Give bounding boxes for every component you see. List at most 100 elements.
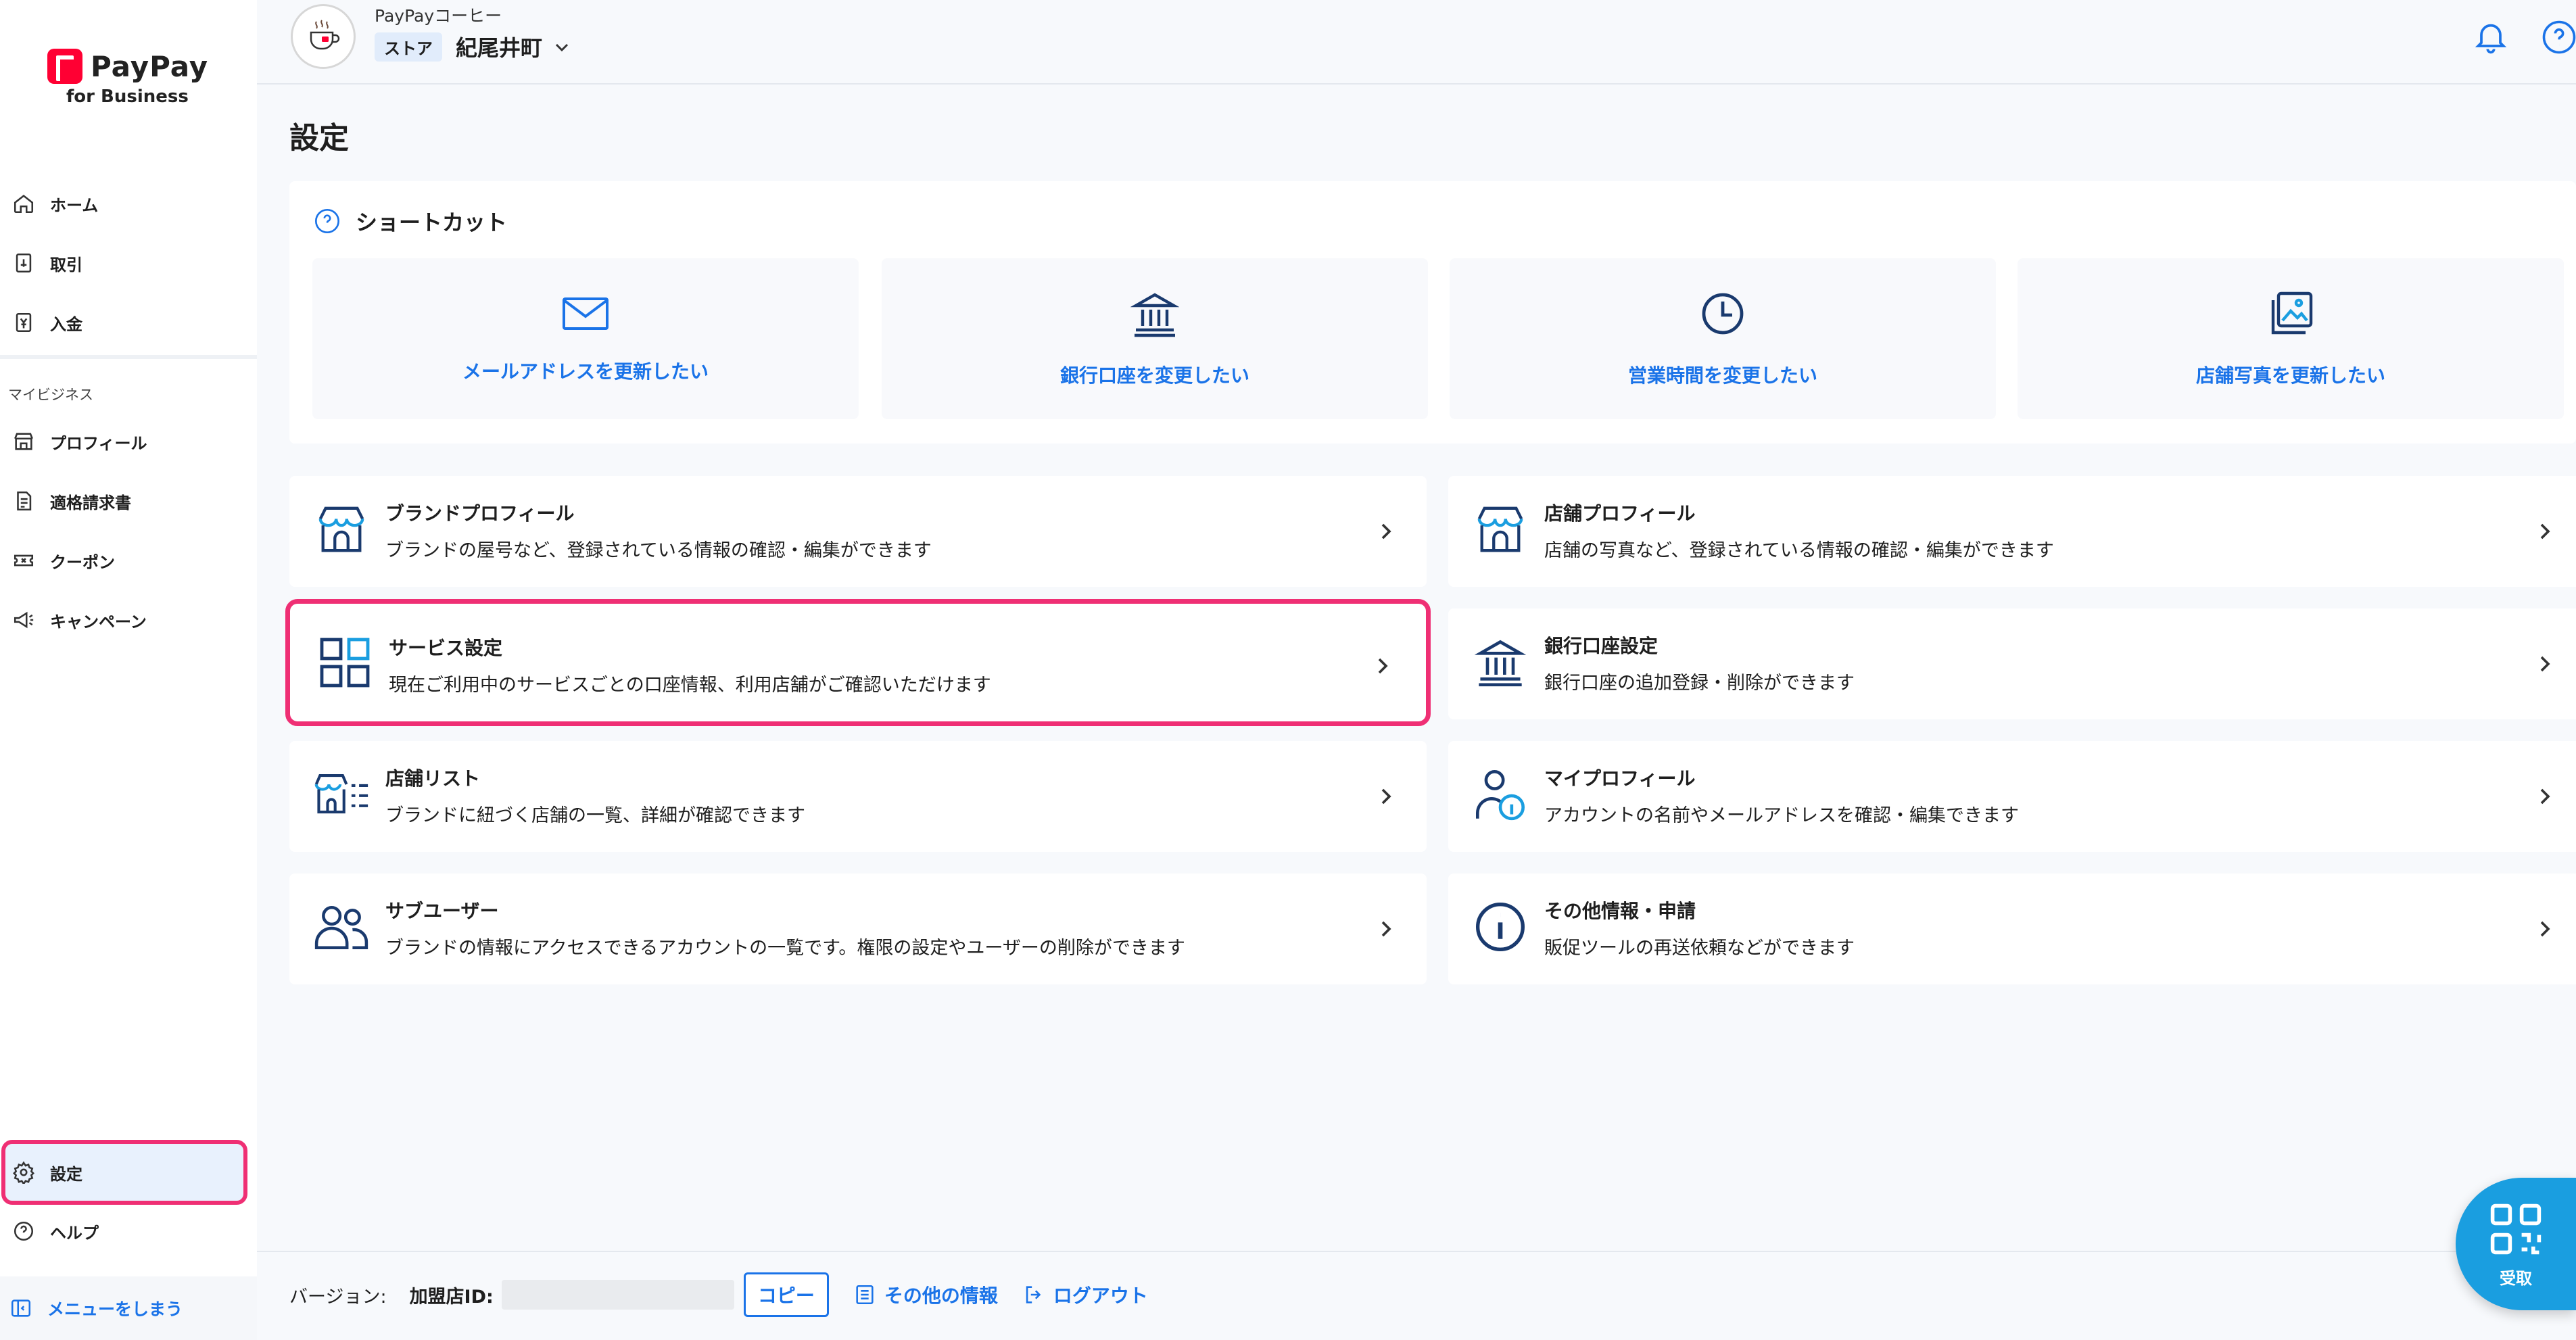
mail-icon [563,297,609,330]
logout-link[interactable]: ログアウト [1022,1281,1148,1308]
sidebar-item-help[interactable]: ヘルプ [5,1207,246,1255]
sidebar-item-label: 取引 [50,255,82,274]
shortcut-change-hours[interactable]: 営業時間を変更したい [1450,258,1996,419]
top-header: PayPayコーヒー ストア 紀尾井町 [257,0,2576,85]
sidebar-item-label: クーポン [50,552,115,572]
shortcut-change-bank[interactable]: 銀行口座を変更したい [882,258,1428,419]
chevron-right-icon [2531,915,2558,942]
chevron-right-icon [1373,518,1400,545]
shortcut-label: 店舗写真を更新したい [2195,364,2385,387]
coffee-cup-icon [310,20,340,50]
card-title: 銀行口座設定 [1544,635,1659,657]
sidebar-item-label: 入金 [50,314,82,334]
notification-bell-icon[interactable] [2472,18,2510,55]
shortcut-update-email[interactable]: メールアドレスを更新したい [312,258,859,419]
setting-my-profile[interactable]: マイプロフィール アカウントの名前やメールアドレスを確認・編集できます [1448,741,2576,852]
chevron-right-icon [2531,650,2558,677]
sidebar-item-transactions[interactable]: 取引 [5,239,246,287]
help-icon[interactable] [2541,19,2576,55]
bank-icon [1473,634,1528,690]
card-description: 店舗の写真など、登録されている情報の確認・編集ができます [1544,540,2054,561]
sidebar-item-label: ヘルプ [50,1223,99,1243]
setting-other-info[interactable]: その他情報・申請 販促ツールの再送依頼などができます [1448,874,2576,984]
card-title: ブランドプロフィール [385,502,575,525]
users-icon [314,899,369,955]
invoice-icon [12,489,35,512]
photos-icon [2271,291,2313,335]
setting-service[interactable]: サービス設定 現在ご利用中のサービスごとの口座情報、利用店舗がご確認いただけます [285,599,1431,726]
card-description: 現在ご利用中のサービスごとの口座情報、利用店舗がご確認いただけます [389,675,991,696]
sidebar-item-label: 適格請求書 [50,493,131,512]
shortcut-card: ショートカット メールアドレスを更新したい 銀行口座を変更したい 営業時間を変更… [289,181,2576,444]
copy-button[interactable]: コピー [743,1272,829,1317]
coupon-icon [12,549,35,572]
sidebar-item-settings[interactable]: 設定 [1,1140,247,1205]
megaphone-icon [12,608,35,631]
collapse-icon [9,1297,32,1320]
setting-store-list[interactable]: 店舗リスト ブランドに紐づく店舗の一覧、詳細が確認できます [289,741,1427,852]
collapse-menu-button[interactable]: メニューをしまう [0,1276,257,1340]
paypay-logo[interactable]: PayPay for Business [47,49,210,123]
store-selector[interactable]: 紀尾井町 [456,31,542,62]
shortcut-label: 営業時間を変更したい [1627,364,1817,387]
sidebar-item-label: ホーム [50,195,99,215]
store-icon [12,430,35,453]
yen-icon [12,311,35,334]
sidebar-item-label: 設定 [50,1164,82,1184]
store-badge: ストア [375,32,442,62]
setting-store-profile[interactable]: 店舗プロフィール 店舗の写真など、登録されている情報の確認・編集ができます [1448,476,2576,587]
sidebar-item-coupon[interactable]: クーポン [5,537,246,584]
sidebar-item-deposit[interactable]: 入金 [5,299,246,346]
logout-label: ログアウト [1053,1285,1148,1307]
card-description: ブランドの情報にアクセスできるアカウントの一覧です。権限の設定やユーザーの削除が… [385,938,1185,959]
help-icon [12,1220,35,1243]
receive-label: 受取 [2500,1268,2532,1288]
logo-text: PayPay [91,49,209,83]
store-icon [314,502,369,557]
sidebar-item-profile[interactable]: プロフィール [5,418,246,465]
merchant-avatar[interactable] [291,4,356,69]
card-title: 店舗リスト [385,767,481,790]
card-title: 店舗プロフィール [1544,502,1696,525]
clock-icon [1702,293,1744,335]
card-title: マイプロフィール [1544,767,1696,790]
grid-icon [317,635,373,690]
logout-icon [1026,1286,1041,1303]
merchant-id-value [501,1280,734,1310]
shortcut-label: 銀行口座を変更したい [1059,364,1249,387]
home-icon [12,192,35,215]
chevron-right-icon [1369,652,1396,679]
store-icon [1473,502,1528,557]
sidebar-divider [0,355,257,359]
paypay-logo-icon [47,49,82,84]
shortcut-label: メールアドレスを更新したい [462,360,709,383]
card-title: サブユーザー [385,900,499,922]
merchant-name: PayPayコーヒー [375,6,502,26]
sidebar-item-campaign[interactable]: キャンペーン [5,596,246,644]
card-description: 銀行口座の追加登録・削除ができます [1544,673,1855,694]
merchant-id-label: 加盟店ID: [409,1286,494,1308]
receipt-icon [12,252,35,274]
footer-row: バージョン: 加盟店ID: コピー その他の情報 ログアウト [289,1272,1148,1317]
card-title: サービス設定 [389,637,503,659]
other-info-link[interactable]: その他の情報 [853,1281,998,1308]
chevron-right-icon [2531,518,2558,545]
store-list-icon [314,767,369,822]
setting-sub-users[interactable]: サブユーザー ブランドの情報にアクセスできるアカウントの一覧です。権限の設定やユ… [289,874,1427,984]
shortcut-update-photos[interactable]: 店舗写真を更新したい [2018,258,2564,419]
setting-bank-account[interactable]: 銀行口座設定 銀行口座の追加登録・削除ができます [1448,608,2576,719]
sidebar-item-home[interactable]: ホーム [5,180,246,227]
chevron-down-icon[interactable] [551,37,573,58]
chevron-right-icon [1373,915,1400,942]
card-title: その他情報・申請 [1544,900,1696,922]
card-description: ブランドに紐づく店舗の一覧、詳細が確認できます [385,805,805,826]
sidebar-item-label: キャンペーン [50,612,147,631]
shortcut-title: ショートカット [356,210,508,235]
version-label: バージョン: [289,1286,387,1308]
card-description: ブランドの屋号など、登録されている情報の確認・編集ができます [385,540,932,561]
setting-brand-profile[interactable]: ブランドプロフィール ブランドの屋号など、登録されている情報の確認・編集ができま… [289,476,1427,587]
page-title: 設定 [289,121,349,155]
help-icon[interactable] [314,208,341,235]
sidebar-item-invoice[interactable]: 適格請求書 [5,477,246,525]
list-icon [856,1285,874,1305]
